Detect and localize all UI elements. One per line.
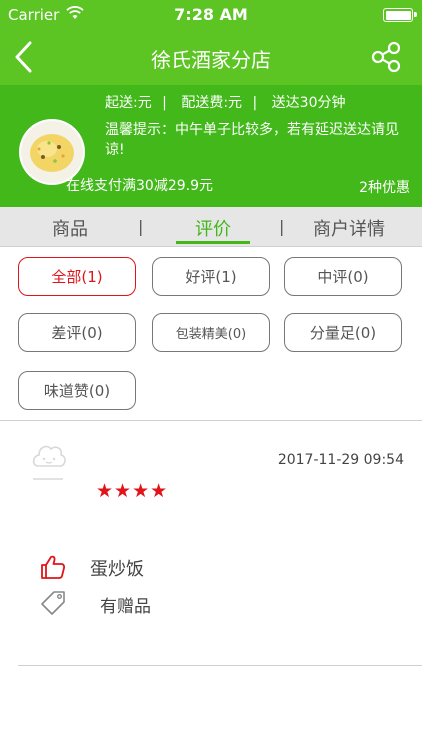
tab-merchant-details[interactable]: 商户详情 (313, 215, 385, 241)
dish-name: 蛋炒饭 (90, 559, 144, 580)
filter-nice-packaging[interactable]: 包装精美(0) (152, 313, 270, 352)
share-icon[interactable] (370, 41, 402, 73)
review-filters: 全部(1) 好评(1) 中评(0) 差评(0) 包装精美(0) 分量足(0) 味… (0, 247, 422, 422)
min-order: 起送:元 (105, 95, 152, 111)
filter-negative[interactable]: 差评(0) (18, 313, 136, 352)
filter-generous-portion[interactable]: 分量足(0) (284, 313, 402, 352)
review-item: 2017-11-29 09:54 ★★★★ 蛋炒饭 有赠品 (0, 421, 422, 671)
page-title: 徐氏酒家分店 (151, 48, 271, 72)
review-date: 2017-11-29 09:54 (277, 452, 404, 468)
divider (18, 665, 422, 666)
thumbs-up-icon (41, 555, 66, 579)
tab-goods[interactable]: 商品 (52, 215, 88, 241)
star-rating: ★★★★ (96, 480, 169, 502)
nav-bar: 徐氏酒家分店 (0, 30, 422, 85)
filter-great-taste[interactable]: 味道赞(0) (18, 371, 136, 410)
delivery-time: 送达30分钟 (271, 95, 346, 111)
shop-header: 起送:元 | 配送费:元 | 送达30分钟 温馨提示：中午单子比较多，若有延迟送… (0, 85, 422, 207)
filter-neutral[interactable]: 中评(0) (284, 257, 402, 296)
tab-separator: | (138, 217, 144, 236)
filter-all[interactable]: 全部(1) (18, 257, 136, 296)
shop-tip: 温馨提示：中午单子比较多，若有延迟送达请见谅! (105, 122, 399, 158)
tab-bar: 商品 | 评价 | 商户详情 (0, 207, 422, 247)
tag-icon (41, 591, 65, 615)
default-avatar-icon (32, 445, 66, 480)
filter-positive[interactable]: 好评(1) (152, 257, 270, 296)
gift-label: 有赠品 (100, 597, 151, 617)
tab-reviews[interactable]: 评价 (195, 215, 231, 241)
info-separator: | (162, 95, 167, 111)
info-separator: | (252, 95, 258, 111)
battery-icon (383, 8, 417, 22)
shop-info: 起送:元 | 配送费:元 | 送达30分钟 (105, 92, 352, 112)
clock: 7:28 AM (174, 5, 248, 24)
discount-count[interactable]: 2种优惠 (359, 177, 410, 197)
delivery-fee: 配送费:元 (181, 95, 243, 111)
status-bar: Carrier 7:28 AM (0, 0, 422, 30)
active-tab-indicator (176, 241, 250, 244)
tab-separator: | (279, 217, 285, 236)
promo-text: 在线支付满30减29.9元 (66, 178, 213, 194)
